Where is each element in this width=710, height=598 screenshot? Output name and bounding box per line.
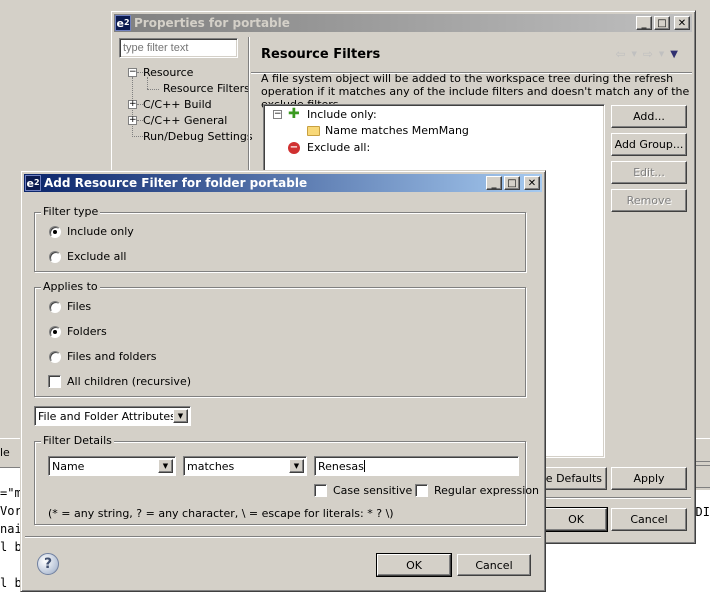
properties-title: Properties for portable: [134, 16, 290, 30]
radio-unselected-icon: [49, 250, 61, 263]
page-nav: ⇦ ▼ ⇨ ▼ ▼: [615, 47, 678, 61]
add-group-button[interactable]: Add Group...: [611, 133, 687, 156]
code-line: Vor: [0, 504, 22, 518]
back-dropdown-icon[interactable]: ▼: [631, 50, 636, 58]
filter-type-label: Filter type: [41, 205, 101, 218]
page-title: Resource Filters: [261, 47, 381, 62]
radio-unselected-icon: [49, 300, 61, 313]
add-filter-titlebar: e2 Add Resource Filter for folder portab…: [24, 174, 542, 192]
filter-details-label: Filter Details: [41, 434, 114, 447]
forward-arrow-icon[interactable]: ⇨: [643, 47, 653, 61]
tree-item-resource-filters[interactable]: Resource Filters: [161, 82, 252, 95]
properties-titlebar: e2 Properties for portable _ □ ✕: [114, 14, 692, 32]
checkbox-icon: [415, 484, 428, 497]
tree-item-cpp-build[interactable]: C/C++ Build: [143, 98, 212, 111]
applies-to-group: Applies to Files Folders Files and folde…: [34, 280, 526, 397]
minimize-button[interactable]: _: [486, 176, 502, 190]
chevron-down-icon[interactable]: ▼: [289, 459, 304, 473]
separator: [25, 536, 541, 538]
forward-dropdown-icon[interactable]: ▼: [659, 50, 664, 58]
close-button[interactable]: ✕: [674, 16, 690, 30]
maximize-button[interactable]: □: [654, 16, 670, 30]
include-only-radio[interactable]: Include only: [49, 225, 134, 238]
checkbox-icon: [48, 375, 61, 388]
apply-button[interactable]: Apply: [611, 467, 687, 490]
radio-selected-icon: [49, 225, 61, 238]
background-editor-tab[interactable]: le: [0, 446, 10, 459]
help-icon[interactable]: ?: [37, 553, 59, 575]
code-line: ="m: [0, 486, 22, 500]
edit-button[interactable]: Edit...: [611, 161, 687, 184]
folder-icon: [307, 126, 320, 136]
filter-value-input[interactable]: Renesas: [314, 456, 519, 476]
eclipse-app-icon: e2: [25, 175, 41, 191]
exclude-minus-icon: −: [288, 142, 300, 154]
checkbox-icon: [314, 484, 327, 497]
separator: [541, 497, 691, 499]
radio-selected-icon: [49, 325, 61, 338]
maximize-button[interactable]: □: [504, 176, 520, 190]
background-right-strip: [696, 438, 710, 490]
expand-icon[interactable]: +: [128, 100, 137, 109]
text-cursor: [363, 460, 365, 472]
attribute-type-combo[interactable]: File and Folder Attributes ▼: [34, 406, 191, 426]
files-radio[interactable]: Files: [49, 300, 91, 313]
chevron-down-icon[interactable]: ▼: [173, 409, 188, 423]
tree-guide-line: [147, 89, 159, 90]
filter-details-group: Filter Details Name ▼ matches ▼ Renesas …: [34, 434, 539, 525]
filter-name-matches-memmang[interactable]: Name matches MemMang: [325, 124, 469, 137]
minimize-button[interactable]: _: [636, 16, 652, 30]
tree-item-run-debug[interactable]: Run/Debug Settings: [143, 130, 253, 143]
applies-to-label: Applies to: [41, 280, 100, 293]
regular-expression-checkbox[interactable]: Regular expression: [415, 484, 539, 497]
code-line: l b: [0, 540, 22, 554]
cancel-button[interactable]: Cancel: [457, 554, 531, 576]
code-fragment: DI: [695, 505, 710, 519]
case-sensitive-checkbox[interactable]: Case sensitive: [314, 484, 412, 497]
files-and-folders-radio[interactable]: Files and folders: [49, 350, 157, 363]
exclude-all-node[interactable]: Exclude all:: [307, 141, 370, 154]
back-arrow-icon[interactable]: ⇦: [615, 47, 625, 61]
code-line: nai: [0, 522, 22, 536]
add-button[interactable]: Add...: [611, 105, 687, 128]
add-resource-filter-dialog: e2 Add Resource Filter for folder portab…: [20, 170, 546, 592]
collapse-icon[interactable]: −: [128, 68, 137, 77]
ok-button[interactable]: OK: [376, 553, 452, 577]
expand-icon[interactable]: +: [128, 116, 137, 125]
collapse-icon[interactable]: −: [273, 110, 282, 119]
operator-combo[interactable]: matches ▼: [183, 456, 307, 476]
tree-item-cpp-general[interactable]: C/C++ General: [143, 114, 227, 127]
wildcard-hint: (* = any string, ? = any character, \ = …: [48, 507, 394, 520]
attribute-combo[interactable]: Name ▼: [48, 456, 176, 476]
view-menu-icon[interactable]: ▼: [670, 49, 678, 60]
properties-cancel-button[interactable]: Cancel: [611, 508, 687, 531]
tree-guide-line: [132, 136, 143, 137]
exclude-all-radio[interactable]: Exclude all: [49, 250, 126, 263]
filter-text-input[interactable]: [119, 38, 238, 58]
filter-type-group: Filter type Include only Exclude all: [34, 205, 526, 272]
folders-radio[interactable]: Folders: [49, 325, 107, 338]
include-plus-icon: ✚: [288, 106, 300, 122]
close-button[interactable]: ✕: [524, 176, 540, 190]
page-header: Resource Filters ⇦ ▼ ⇨ ▼ ▼: [251, 37, 692, 73]
include-only-node[interactable]: Include only:: [307, 108, 377, 121]
add-filter-title: Add Resource Filter for folder portable: [44, 176, 308, 190]
tree-item-resource[interactable]: Resource: [143, 66, 193, 79]
all-children-recursive-checkbox[interactable]: All children (recursive): [48, 375, 191, 388]
chevron-down-icon[interactable]: ▼: [158, 459, 173, 473]
code-line: l b: [0, 576, 22, 590]
eclipse-app-icon: e2: [115, 15, 131, 31]
remove-button[interactable]: Remove: [611, 189, 687, 212]
radio-unselected-icon: [49, 350, 61, 363]
